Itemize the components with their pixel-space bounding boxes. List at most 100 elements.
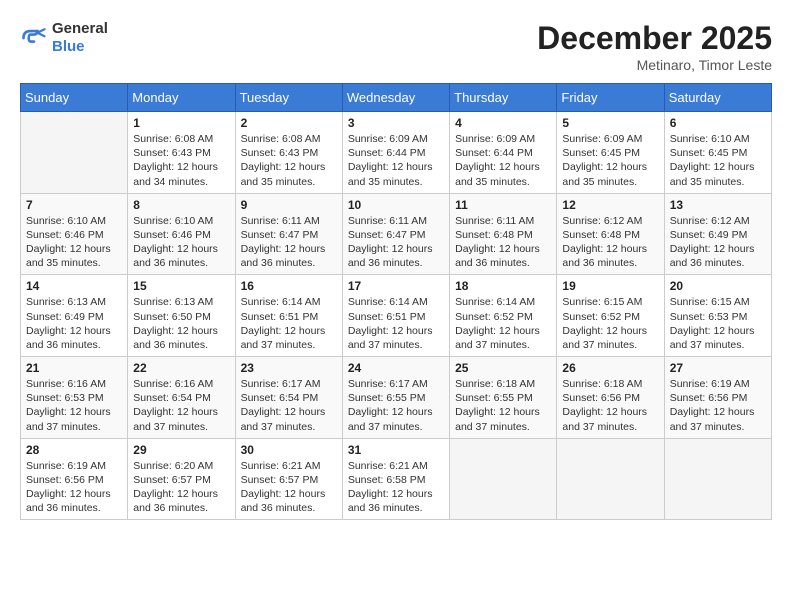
day-info: Sunrise: 6:12 AM Sunset: 6:49 PM Dayligh… [670, 214, 766, 271]
calendar-cell: 2 Sunrise: 6:08 AM Sunset: 6:43 PM Daylig… [235, 112, 342, 194]
day-info: Sunrise: 6:17 AM Sunset: 6:54 PM Dayligh… [241, 377, 337, 434]
calendar-cell: 15 Sunrise: 6:13 AM Sunset: 6:50 PM Dayli… [128, 275, 235, 357]
weekday-header-saturday: Saturday [664, 84, 771, 112]
day-number: 9 [241, 198, 337, 212]
day-info: Sunrise: 6:21 AM Sunset: 6:58 PM Dayligh… [348, 459, 444, 516]
calendar-cell: 24 Sunrise: 6:17 AM Sunset: 6:55 PM Dayli… [342, 357, 449, 439]
calendar-cell: 17 Sunrise: 6:14 AM Sunset: 6:51 PM Dayli… [342, 275, 449, 357]
day-number: 17 [348, 279, 444, 293]
day-info: Sunrise: 6:09 AM Sunset: 6:45 PM Dayligh… [562, 132, 658, 189]
calendar-cell: 4 Sunrise: 6:09 AM Sunset: 6:44 PM Daylig… [450, 112, 557, 194]
calendar-cell: 30Sunrise: 6:21 AM Sunset: 6:57 PM Dayli… [235, 438, 342, 520]
day-number: 10 [348, 198, 444, 212]
day-number: 12 [562, 198, 658, 212]
day-number: 26 [562, 361, 658, 375]
calendar-cell: 12Sunrise: 6:12 AM Sunset: 6:48 PM Dayli… [557, 193, 664, 275]
day-info: Sunrise: 6:21 AM Sunset: 6:57 PM Dayligh… [241, 459, 337, 516]
calendar-cell: 16 Sunrise: 6:14 AM Sunset: 6:51 PM Dayli… [235, 275, 342, 357]
calendar-cell: 19Sunrise: 6:15 AM Sunset: 6:52 PM Dayli… [557, 275, 664, 357]
weekday-header-tuesday: Tuesday [235, 84, 342, 112]
calendar-cell [21, 112, 128, 194]
logo-text: General Blue [52, 20, 108, 56]
day-info: Sunrise: 6:14 AM Sunset: 6:51 PM Dayligh… [348, 295, 444, 352]
day-info: Sunrise: 6:15 AM Sunset: 6:52 PM Dayligh… [562, 295, 658, 352]
calendar-week-row: 21 Sunrise: 6:16 AM Sunset: 6:53 PM Dayli… [21, 357, 772, 439]
calendar-cell: 10 Sunrise: 6:11 AM Sunset: 6:47 PM Dayli… [342, 193, 449, 275]
calendar-cell: 14Sunrise: 6:13 AM Sunset: 6:49 PM Dayli… [21, 275, 128, 357]
day-info: Sunrise: 6:11 AM Sunset: 6:47 PM Dayligh… [241, 214, 337, 271]
day-info: Sunrise: 6:11 AM Sunset: 6:47 PM Dayligh… [348, 214, 444, 271]
calendar-cell: 26 Sunrise: 6:18 AM Sunset: 6:56 PM Dayli… [557, 357, 664, 439]
logo-icon [20, 24, 48, 52]
calendar-cell: 18 Sunrise: 6:14 AM Sunset: 6:52 PM Dayli… [450, 275, 557, 357]
page-header: General Blue December 2025 Metinaro, Tim… [20, 20, 772, 73]
day-info: Sunrise: 6:18 AM Sunset: 6:55 PM Dayligh… [455, 377, 551, 434]
day-info: Sunrise: 6:14 AM Sunset: 6:52 PM Dayligh… [455, 295, 551, 352]
calendar-cell: 7 Sunrise: 6:10 AM Sunset: 6:46 PM Daylig… [21, 193, 128, 275]
calendar-week-row: 7 Sunrise: 6:10 AM Sunset: 6:46 PM Daylig… [21, 193, 772, 275]
day-info: Sunrise: 6:18 AM Sunset: 6:56 PM Dayligh… [562, 377, 658, 434]
calendar-cell: 21 Sunrise: 6:16 AM Sunset: 6:53 PM Dayli… [21, 357, 128, 439]
calendar-cell: 5 Sunrise: 6:09 AM Sunset: 6:45 PM Daylig… [557, 112, 664, 194]
calendar-cell: 11Sunrise: 6:11 AM Sunset: 6:48 PM Dayli… [450, 193, 557, 275]
day-info: Sunrise: 6:14 AM Sunset: 6:51 PM Dayligh… [241, 295, 337, 352]
day-info: Sunrise: 6:10 AM Sunset: 6:46 PM Dayligh… [133, 214, 229, 271]
weekday-header-friday: Friday [557, 84, 664, 112]
day-info: Sunrise: 6:20 AM Sunset: 6:57 PM Dayligh… [133, 459, 229, 516]
location-title: Metinaro, Timor Leste [537, 57, 772, 73]
calendar-cell: 28 Sunrise: 6:19 AM Sunset: 6:56 PM Dayli… [21, 438, 128, 520]
calendar-cell: 1 Sunrise: 6:08 AM Sunset: 6:43 PM Daylig… [128, 112, 235, 194]
day-info: Sunrise: 6:19 AM Sunset: 6:56 PM Dayligh… [26, 459, 122, 516]
calendar-table: SundayMondayTuesdayWednesdayThursdayFrid… [20, 83, 772, 520]
logo: General Blue [20, 20, 108, 56]
day-info: Sunrise: 6:09 AM Sunset: 6:44 PM Dayligh… [348, 132, 444, 189]
day-number: 23 [241, 361, 337, 375]
calendar-cell: 6 Sunrise: 6:10 AM Sunset: 6:45 PM Daylig… [664, 112, 771, 194]
day-info: Sunrise: 6:13 AM Sunset: 6:50 PM Dayligh… [133, 295, 229, 352]
day-number: 8 [133, 198, 229, 212]
day-info: Sunrise: 6:16 AM Sunset: 6:54 PM Dayligh… [133, 377, 229, 434]
day-number: 24 [348, 361, 444, 375]
day-info: Sunrise: 6:16 AM Sunset: 6:53 PM Dayligh… [26, 377, 122, 434]
day-number: 6 [670, 116, 766, 130]
weekday-header-thursday: Thursday [450, 84, 557, 112]
day-number: 18 [455, 279, 551, 293]
day-number: 5 [562, 116, 658, 130]
day-number: 4 [455, 116, 551, 130]
calendar-cell: 29 Sunrise: 6:20 AM Sunset: 6:57 PM Dayli… [128, 438, 235, 520]
day-number: 1 [133, 116, 229, 130]
calendar-cell: 20 Sunrise: 6:15 AM Sunset: 6:53 PM Dayli… [664, 275, 771, 357]
day-number: 22 [133, 361, 229, 375]
day-number: 7 [26, 198, 122, 212]
day-info: Sunrise: 6:17 AM Sunset: 6:55 PM Dayligh… [348, 377, 444, 434]
month-title: December 2025 [537, 20, 772, 57]
day-number: 21 [26, 361, 122, 375]
calendar-cell [557, 438, 664, 520]
day-number: 28 [26, 443, 122, 457]
day-number: 16 [241, 279, 337, 293]
day-number: 11 [455, 198, 551, 212]
day-info: Sunrise: 6:15 AM Sunset: 6:53 PM Dayligh… [670, 295, 766, 352]
day-number: 13 [670, 198, 766, 212]
day-info: Sunrise: 6:10 AM Sunset: 6:45 PM Dayligh… [670, 132, 766, 189]
weekday-header-monday: Monday [128, 84, 235, 112]
calendar-week-row: 1 Sunrise: 6:08 AM Sunset: 6:43 PM Daylig… [21, 112, 772, 194]
calendar-week-row: 14Sunrise: 6:13 AM Sunset: 6:49 PM Dayli… [21, 275, 772, 357]
day-number: 29 [133, 443, 229, 457]
day-number: 2 [241, 116, 337, 130]
day-number: 20 [670, 279, 766, 293]
calendar-cell: 27Sunrise: 6:19 AM Sunset: 6:56 PM Dayli… [664, 357, 771, 439]
day-info: Sunrise: 6:08 AM Sunset: 6:43 PM Dayligh… [241, 132, 337, 189]
day-number: 3 [348, 116, 444, 130]
calendar-cell: 9 Sunrise: 6:11 AM Sunset: 6:47 PM Daylig… [235, 193, 342, 275]
calendar-cell: 13 Sunrise: 6:12 AM Sunset: 6:49 PM Dayli… [664, 193, 771, 275]
calendar-cell: 31Sunrise: 6:21 AM Sunset: 6:58 PM Dayli… [342, 438, 449, 520]
logo-general: General [52, 20, 108, 38]
logo-blue: Blue [52, 38, 108, 56]
day-info: Sunrise: 6:09 AM Sunset: 6:44 PM Dayligh… [455, 132, 551, 189]
day-info: Sunrise: 6:08 AM Sunset: 6:43 PM Dayligh… [133, 132, 229, 189]
day-info: Sunrise: 6:10 AM Sunset: 6:46 PM Dayligh… [26, 214, 122, 271]
day-info: Sunrise: 6:13 AM Sunset: 6:49 PM Dayligh… [26, 295, 122, 352]
day-number: 15 [133, 279, 229, 293]
calendar-cell: 8 Sunrise: 6:10 AM Sunset: 6:46 PM Daylig… [128, 193, 235, 275]
